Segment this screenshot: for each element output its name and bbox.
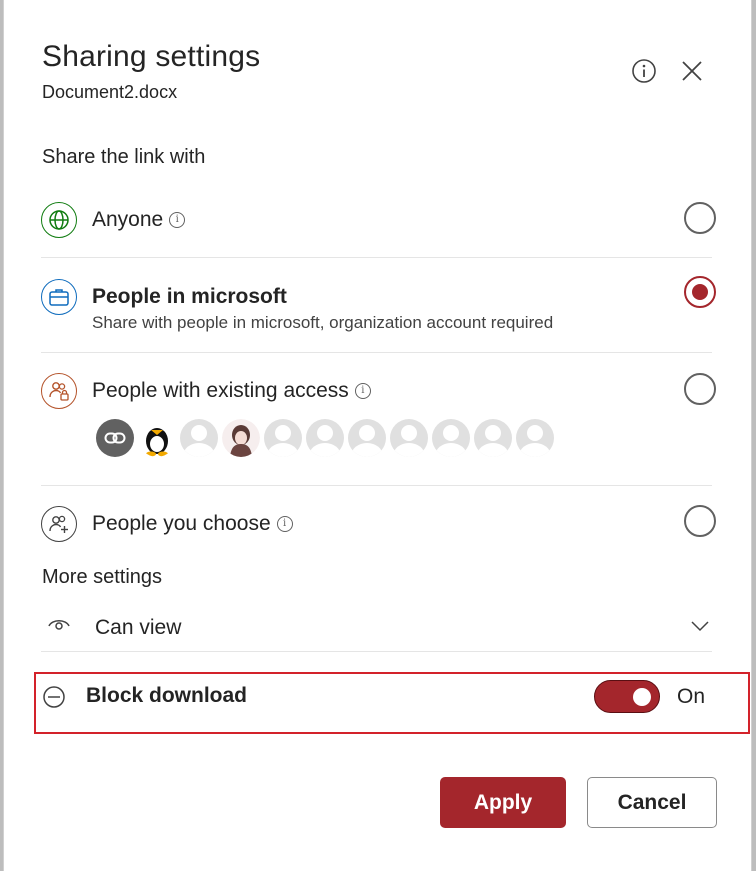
chevron-down-icon <box>691 621 709 632</box>
close-button[interactable] <box>677 56 707 86</box>
permission-label: Can view <box>95 616 182 639</box>
sharing-settings-dialog: Sharing settings Document2.docx Share th… <box>3 0 752 871</box>
info-button[interactable] <box>629 56 659 86</box>
info-icon <box>632 59 656 83</box>
avatar <box>306 419 344 457</box>
radio-people-you-choose[interactable] <box>684 505 716 537</box>
avatar <box>348 419 386 457</box>
globe-icon <box>41 202 77 238</box>
radio-people-in-microsoft[interactable] <box>684 276 716 308</box>
avatar <box>390 419 428 457</box>
avatar <box>264 419 302 457</box>
share-section-heading: Share the link with <box>42 146 206 168</box>
block-download-label: Block download <box>86 684 248 707</box>
close-icon <box>682 61 702 81</box>
briefcase-icon <box>41 279 77 315</box>
option-people-with-existing-access[interactable]: People with existing access i <box>92 379 371 403</box>
document-filename: Document2.docx <box>42 82 178 102</box>
avatar <box>180 419 218 457</box>
option-people-in-microsoft-description: Share with people in microsoft, organiza… <box>92 313 554 332</box>
link-icon <box>104 432 126 444</box>
block-icon <box>43 686 65 708</box>
cancel-button[interactable]: Cancel <box>587 777 717 828</box>
info-icon[interactable]: i <box>276 516 293 532</box>
more-settings-heading: More settings <box>42 566 163 588</box>
info-icon[interactable]: i <box>169 212 186 228</box>
link-avatar <box>96 419 134 457</box>
avatar <box>432 419 470 457</box>
people-avatars <box>96 419 554 457</box>
avatar <box>138 419 176 457</box>
toggle-state-label: On <box>677 685 706 708</box>
eye-icon <box>48 620 70 630</box>
avatar <box>516 419 554 457</box>
dialog-title: Sharing settings <box>42 40 261 73</box>
option-people-you-choose-label: People you choose <box>92 512 271 535</box>
avatar <box>474 419 512 457</box>
option-people-you-choose[interactable]: People you choose i <box>92 512 293 536</box>
info-icon[interactable]: i <box>354 383 371 399</box>
people-lock-icon <box>41 373 77 409</box>
radio-existing-access[interactable] <box>684 373 716 405</box>
divider <box>41 352 712 353</box>
people-add-icon <box>41 506 77 542</box>
radio-anyone[interactable] <box>684 202 716 234</box>
divider <box>41 257 712 258</box>
option-anyone[interactable]: Anyone i <box>92 208 186 232</box>
permission-dropdown[interactable]: Can view <box>41 604 712 650</box>
option-anyone-label: Anyone <box>92 208 164 231</box>
option-people-in-microsoft-label: People in microsoft <box>92 285 287 308</box>
apply-button[interactable]: Apply <box>440 777 566 828</box>
block-download-toggle[interactable] <box>594 680 660 713</box>
avatar <box>222 419 260 457</box>
divider <box>41 485 712 486</box>
toggle-knob <box>633 688 651 706</box>
divider <box>41 651 712 652</box>
option-people-in-microsoft[interactable]: People in microsoft <box>92 285 287 309</box>
option-existing-access-label: People with existing access <box>92 379 349 402</box>
